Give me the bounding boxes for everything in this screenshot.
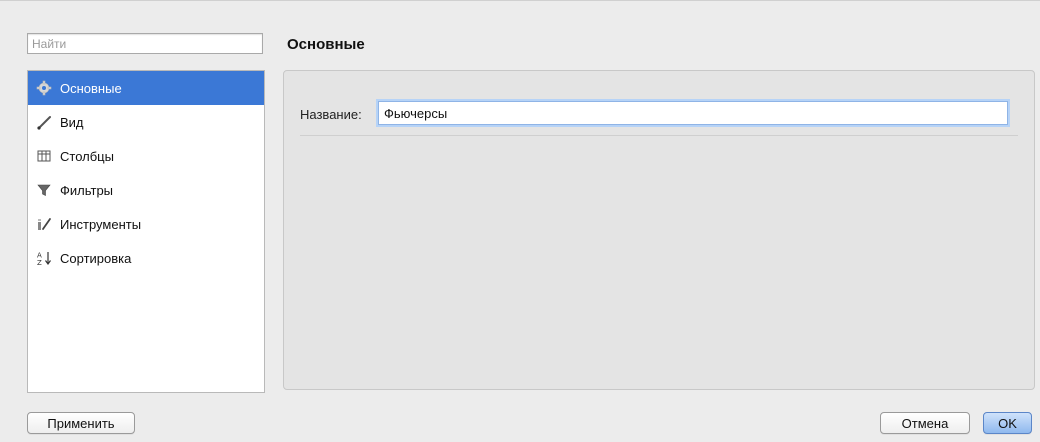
- page-title: Основные: [287, 36, 365, 53]
- svg-text:Z: Z: [37, 259, 42, 266]
- name-field[interactable]: [378, 101, 1008, 125]
- settings-panel: Название:: [283, 70, 1035, 390]
- sidebar-item-tools[interactable]: Инструменты: [28, 207, 264, 241]
- apply-button[interactable]: Применить: [27, 412, 135, 434]
- sidebar-item-label: Вид: [60, 114, 84, 130]
- sort-az-icon: A Z: [36, 250, 52, 266]
- cancel-button[interactable]: Отмена: [880, 412, 970, 434]
- sidebar-item-filters[interactable]: Фильтры: [28, 173, 264, 207]
- window-top-border: [0, 0, 1040, 1]
- sidebar-item-columns[interactable]: Столбцы: [28, 139, 264, 173]
- sidebar: Основные Вид Столбцы Фильтры Инструменты…: [27, 70, 265, 393]
- ok-button[interactable]: OK: [983, 412, 1032, 434]
- name-field-label: Название:: [300, 107, 362, 122]
- columns-icon: [36, 148, 52, 164]
- brush-icon: [36, 114, 52, 130]
- sidebar-item-label: Сортировка: [60, 250, 132, 266]
- divider: [300, 135, 1018, 136]
- sidebar-item-general[interactable]: Основные: [28, 71, 264, 105]
- sidebar-item-label: Основные: [60, 80, 122, 96]
- search-input[interactable]: [27, 33, 263, 54]
- sidebar-item-sorting[interactable]: A Z Сортировка: [28, 241, 264, 275]
- sidebar-item-label: Столбцы: [60, 148, 114, 164]
- sidebar-item-view[interactable]: Вид: [28, 105, 264, 139]
- tools-icon: [36, 216, 52, 232]
- sidebar-item-label: Инструменты: [60, 216, 142, 232]
- filter-icon: [36, 182, 52, 198]
- sidebar-item-label: Фильтры: [60, 182, 114, 198]
- gear-icon: [36, 80, 52, 96]
